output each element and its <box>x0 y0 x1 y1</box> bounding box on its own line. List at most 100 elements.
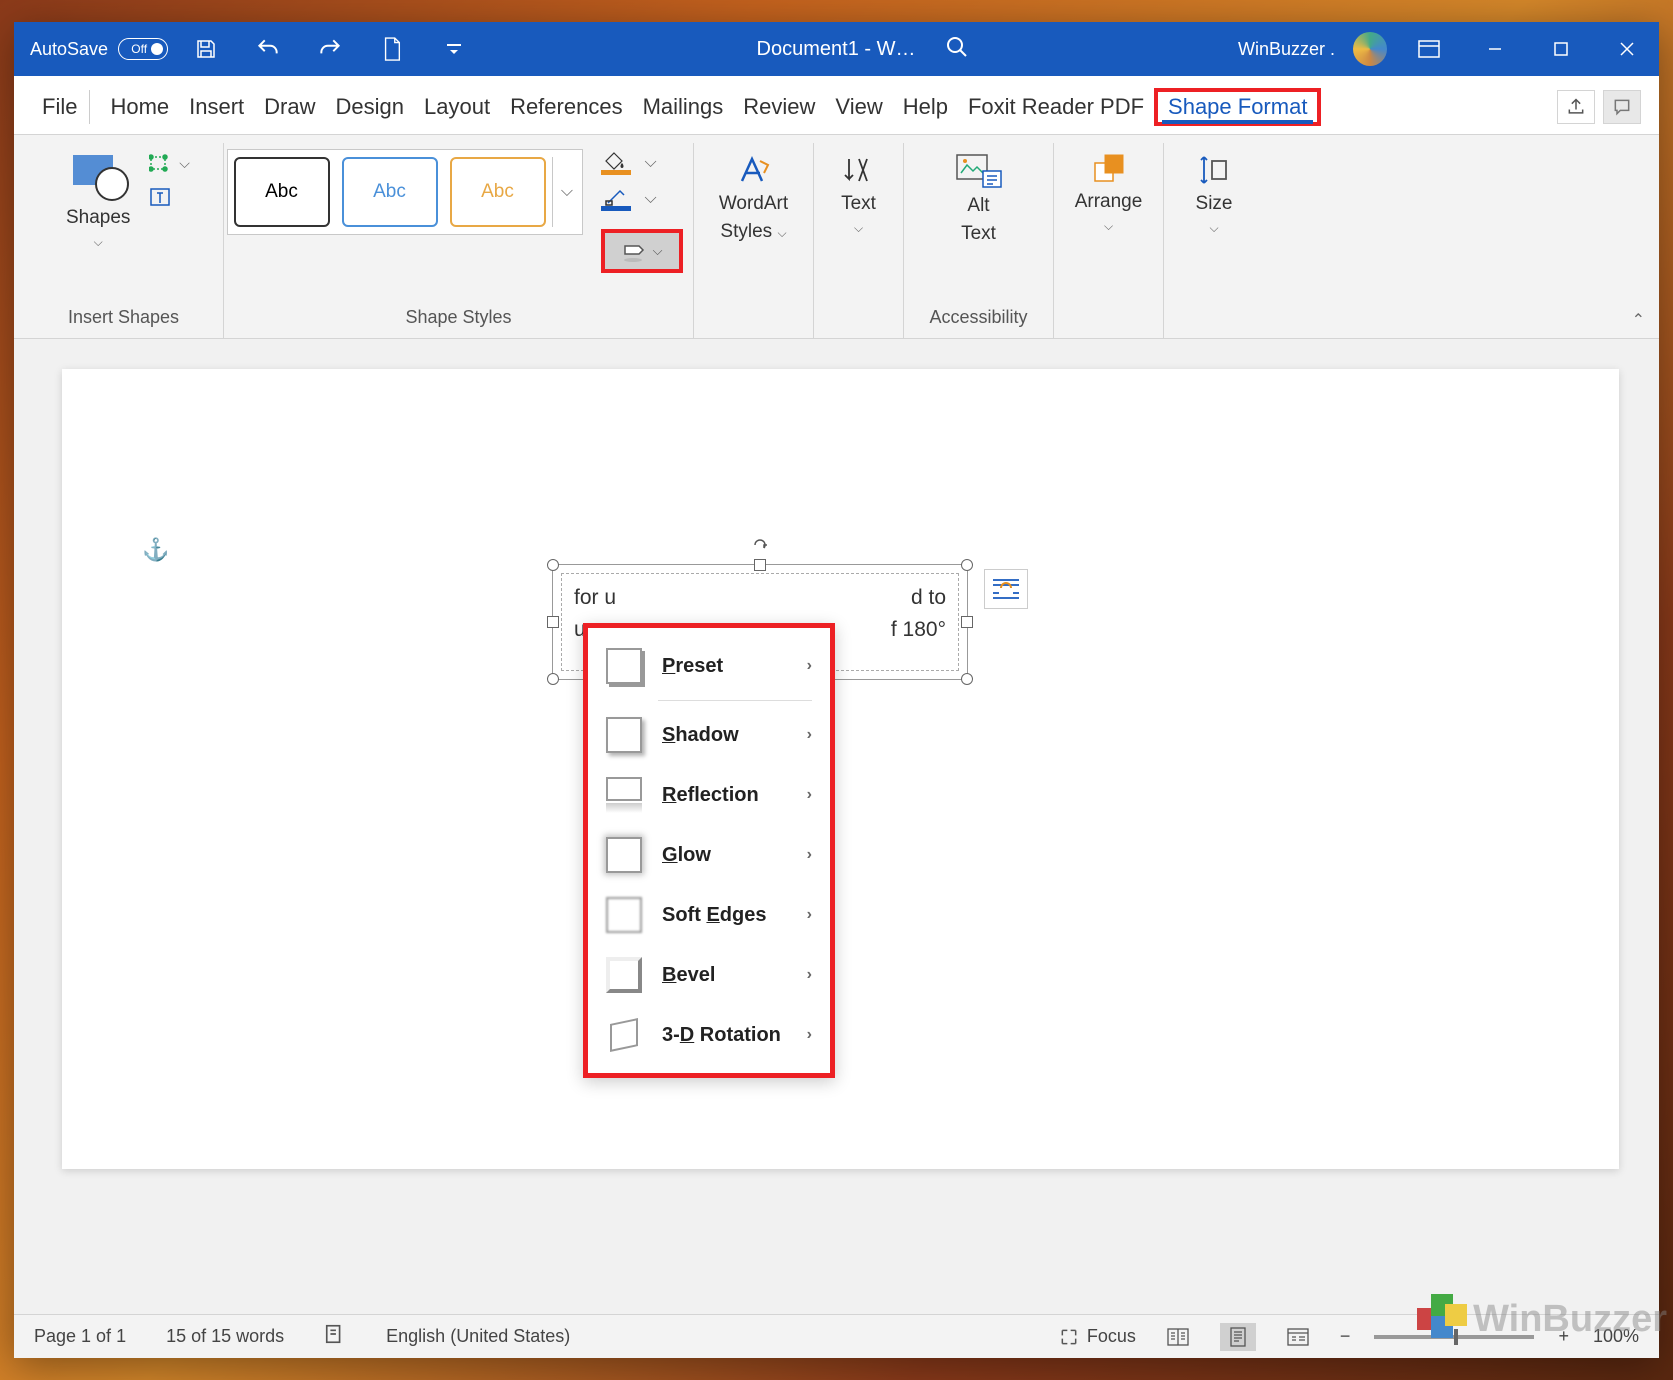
watermark-logo-icon <box>1417 1294 1467 1344</box>
tab-draw[interactable]: Draw <box>254 90 325 124</box>
resize-handle[interactable] <box>547 559 559 571</box>
chevron-right-icon: › <box>807 1026 812 1044</box>
word-window: AutoSave Off Document1 - W… WinBuzzer . <box>14 22 1659 1358</box>
style-preset-1[interactable]: Abc <box>234 157 330 227</box>
print-layout-icon[interactable] <box>1220 1323 1256 1351</box>
shape-styles-gallery[interactable]: Abc Abc Abc ⌵ <box>227 149 583 235</box>
style-preset-3[interactable]: Abc <box>450 157 546 227</box>
size-icon <box>1198 153 1230 187</box>
ribbon-display-icon[interactable] <box>1405 25 1453 73</box>
tab-view[interactable]: View <box>825 90 892 124</box>
chevron-right-icon: › <box>807 786 812 804</box>
resize-handle[interactable] <box>961 673 973 685</box>
gallery-more-icon[interactable]: ⌵ <box>552 157 582 227</box>
tab-home[interactable]: Home <box>100 90 179 124</box>
menu-soft-edges[interactable]: Soft Edges › <box>588 885 830 945</box>
shape-fill-button[interactable]: ⌵ <box>601 151 683 175</box>
text-button[interactable]: Text ⌵ <box>833 147 884 242</box>
group-shape-styles: Abc Abc Abc ⌵ ⌵ ⌵ <box>224 143 694 338</box>
tab-file[interactable]: File <box>32 90 90 124</box>
save-icon[interactable] <box>192 35 220 63</box>
web-layout-icon[interactable] <box>1280 1323 1316 1351</box>
language-indicator[interactable]: English (United States) <box>386 1326 570 1347</box>
wordart-label: WordArt <box>719 193 788 215</box>
maximize-button[interactable] <box>1537 25 1585 73</box>
rotate-handle[interactable] <box>752 537 768 553</box>
resize-handle[interactable] <box>547 673 559 685</box>
spell-check-icon[interactable] <box>324 1323 346 1350</box>
menu-reflection[interactable]: Reflection › <box>588 765 830 825</box>
zoom-out-button[interactable]: − <box>1340 1326 1351 1347</box>
tab-extras <box>1557 90 1641 124</box>
tab-references[interactable]: References <box>500 90 633 124</box>
menu-preset[interactable]: PPresetreset › <box>588 636 830 696</box>
layout-options-button[interactable] <box>984 569 1028 609</box>
insert-shapes-group-label: Insert Shapes <box>38 301 209 334</box>
menu-glow[interactable]: Glow › <box>588 825 830 885</box>
focus-mode-button[interactable]: Focus <box>1059 1326 1136 1347</box>
autosave-switch[interactable]: Off <box>118 38 168 60</box>
word-count[interactable]: 15 of 15 words <box>166 1326 284 1347</box>
text-box-button[interactable] <box>149 187 190 207</box>
autosave-state: Off <box>131 42 147 56</box>
comments-icon[interactable] <box>1603 90 1641 124</box>
rotation-icon <box>606 1017 642 1053</box>
search-icon[interactable] <box>945 35 969 64</box>
anchor-icon: ⚓ <box>142 537 169 563</box>
tab-help[interactable]: Help <box>893 90 958 124</box>
alt-text-button[interactable]: Alt Text <box>947 147 1011 251</box>
group-accessibility: Alt Text Accessibility <box>904 143 1054 338</box>
tab-insert[interactable]: Insert <box>179 90 254 124</box>
tab-design[interactable]: Design <box>326 90 414 124</box>
resize-handle[interactable] <box>961 616 973 628</box>
menu-3d-rotation[interactable]: 3-D Rotation › <box>588 1005 830 1065</box>
shapes-button[interactable]: Shapes ⌵ <box>57 147 139 256</box>
qat-more-icon[interactable] <box>440 35 468 63</box>
edit-shape-button[interactable]: ⌵ <box>149 153 190 173</box>
tab-shape-format[interactable]: Shape Format <box>1154 88 1321 126</box>
user-avatar[interactable] <box>1353 32 1387 66</box>
undo-icon[interactable] <box>254 35 282 63</box>
tab-layout[interactable]: Layout <box>414 90 500 124</box>
chevron-right-icon: › <box>807 966 812 984</box>
resize-handle[interactable] <box>547 616 559 628</box>
collapse-ribbon-icon[interactable]: ⌃ <box>1632 310 1645 330</box>
read-mode-icon[interactable] <box>1160 1323 1196 1351</box>
menu-bevel[interactable]: Bevel › <box>588 945 830 1005</box>
style-preset-2[interactable]: Abc <box>342 157 438 227</box>
document-area[interactable]: ⚓ for ud to usef 180° <box>14 339 1659 1314</box>
shapes-tools: ⌵ <box>149 147 190 207</box>
title-center: Document1 - W… <box>488 35 1238 64</box>
chevron-down-icon: ⌵ <box>1104 219 1113 234</box>
group-insert-shapes: Shapes ⌵ ⌵ Insert Shapes <box>24 143 224 338</box>
chevron-down-icon: ⌵ <box>653 243 663 259</box>
fill-icon <box>601 151 631 175</box>
tab-foxit[interactable]: Foxit Reader PDF <box>958 90 1154 124</box>
autosave-toggle[interactable]: AutoSave Off <box>30 38 168 60</box>
chevron-down-icon: ⌵ <box>645 154 657 172</box>
minimize-button[interactable] <box>1471 25 1519 73</box>
shape-effects-button[interactable]: ⌵ <box>601 229 683 273</box>
tab-review[interactable]: Review <box>733 90 825 124</box>
size-button[interactable]: Size ⌵ <box>1188 147 1241 242</box>
arrange-button[interactable]: Arrange ⌵ <box>1067 147 1151 240</box>
watermark-text: WinBuzzer <box>1473 1298 1667 1341</box>
shape-outline-button[interactable]: ⌵ <box>601 187 683 211</box>
resize-handle[interactable] <box>961 559 973 571</box>
tab-mailings[interactable]: Mailings <box>633 90 734 124</box>
share-icon[interactable] <box>1557 90 1595 124</box>
menu-shadow[interactable]: Shadow › <box>588 705 830 765</box>
wordart-styles-button[interactable]: WordArt Styles ⌵ <box>711 147 796 249</box>
chevron-down-icon: ⌵ <box>854 221 863 236</box>
alt-text-label1: Alt <box>967 195 989 217</box>
page-indicator[interactable]: Page 1 of 1 <box>34 1326 126 1347</box>
resize-handle[interactable] <box>754 559 766 571</box>
redo-icon[interactable] <box>316 35 344 63</box>
preset-icon <box>606 648 642 684</box>
close-button[interactable] <box>1603 25 1651 73</box>
shape-effects-menu: PPresetreset › Shadow › Reflection › Glo… <box>583 623 835 1078</box>
reflection-icon <box>606 777 642 813</box>
new-doc-icon[interactable] <box>378 35 406 63</box>
ribbon-content: Shapes ⌵ ⌵ Insert Shapes Abc Abc Abc ⌵ <box>14 135 1659 339</box>
watermark: WinBuzzer <box>1417 1294 1667 1344</box>
